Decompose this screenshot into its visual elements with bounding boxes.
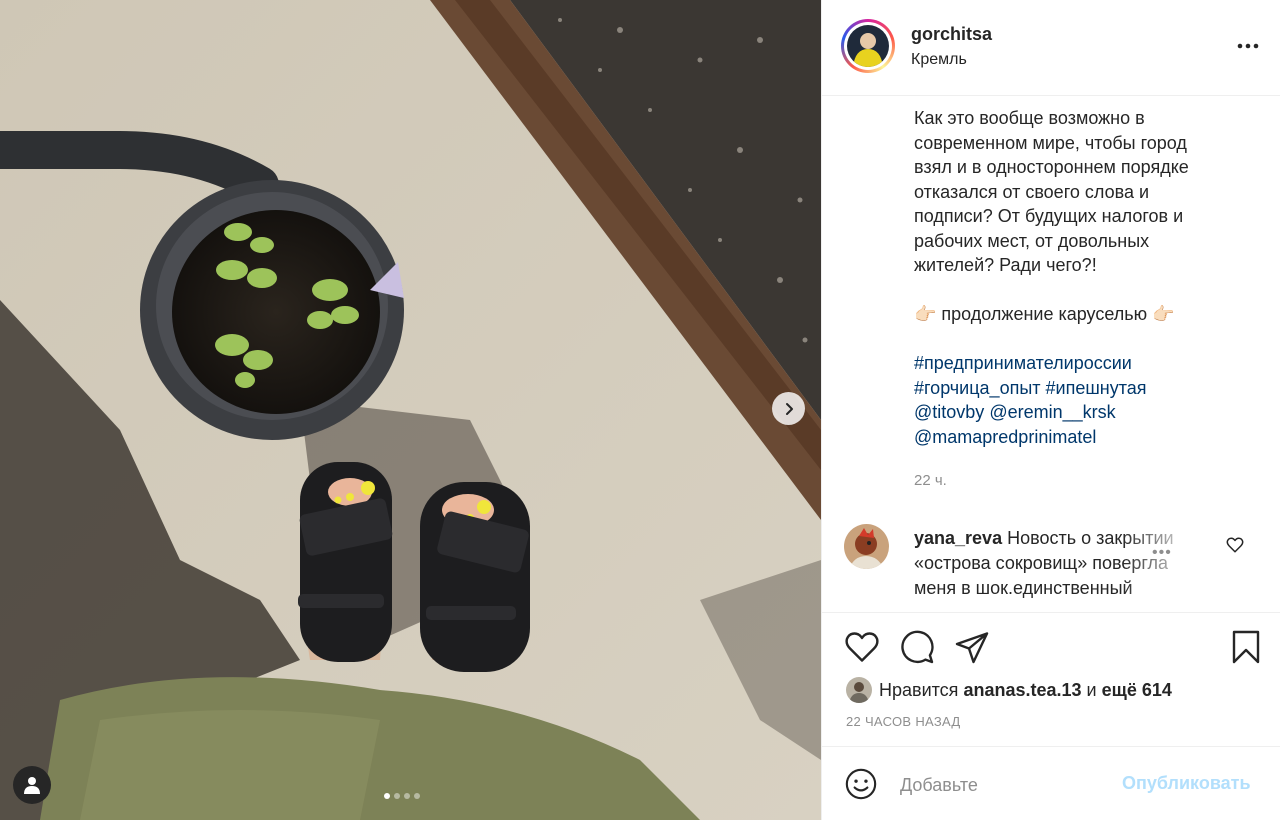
- commenter-avatar-image: [844, 524, 889, 569]
- author-avatar-image: [847, 25, 889, 67]
- carousel-note: 👉🏻 продолжение каруселью 👉🏻: [914, 304, 1175, 324]
- post-side-panel: gorchitsa Кремль Как это вообще возможно…: [821, 0, 1280, 820]
- likes-prefix: Нравится: [879, 679, 959, 700]
- share-button[interactable]: [954, 629, 990, 665]
- save-button[interactable]: [1228, 629, 1264, 665]
- mention-link[interactable]: @eremin__krsk: [989, 402, 1115, 422]
- post-header: gorchitsa Кремль: [822, 0, 1280, 96]
- more-options-button[interactable]: [1234, 36, 1264, 56]
- commenter-username[interactable]: yana_reva: [914, 528, 1002, 548]
- mention-link[interactable]: @titovby: [914, 402, 984, 422]
- post-location[interactable]: Кремль: [911, 51, 967, 69]
- liker-avatar[interactable]: [846, 677, 872, 703]
- carousel-dot: [394, 793, 400, 799]
- more-options-icon: [1237, 43, 1259, 49]
- post-media[interactable]: [0, 0, 821, 820]
- hashtags-block: #предпринимателироссии #горчица_опыт #ип…: [914, 351, 1244, 449]
- post-actions: Нравится ananas.tea.13 и ещё 614 22 ЧАСО…: [822, 612, 1280, 746]
- share-icon: [955, 632, 989, 664]
- comment-like-button[interactable]: [1226, 536, 1246, 556]
- comment-more-button[interactable]: •••: [1152, 544, 1172, 562]
- comment-input[interactable]: [900, 771, 1100, 799]
- post-time[interactable]: 22 ч.: [914, 472, 947, 489]
- author-username[interactable]: gorchitsa: [911, 24, 992, 45]
- mention-link[interactable]: @mamapredprinimatel: [914, 427, 1096, 447]
- comment-button[interactable]: [899, 629, 935, 665]
- instagram-post-modal: gorchitsa Кремль Как это вообще возможно…: [0, 0, 1280, 820]
- likes-summary: Нравится ananas.tea.13 и ещё 614: [846, 677, 1172, 703]
- likes-conjunction: и: [1086, 679, 1097, 700]
- comment-item: yana_reva Новость о закрытии «острова со…: [822, 518, 1280, 612]
- post-time-ago[interactable]: 22 ЧАСОВ НАЗАД: [846, 714, 961, 729]
- hashtag-link[interactable]: #предпринимателироссии: [914, 353, 1132, 373]
- user-tag-icon: [24, 777, 40, 794]
- comment-icon: [901, 630, 934, 664]
- chevron-right-icon: [785, 402, 793, 415]
- heart-icon: [845, 632, 879, 662]
- liker-username[interactable]: ananas.tea.13: [963, 680, 1081, 701]
- user-tags-button[interactable]: [13, 766, 51, 804]
- carousel-indicator: [384, 793, 420, 799]
- likes-count[interactable]: ещё 614: [1102, 680, 1172, 701]
- add-comment-bar: Опубликовать: [822, 746, 1280, 820]
- carousel-dot: [414, 793, 420, 799]
- publish-comment-button[interactable]: Опубликовать: [1122, 773, 1251, 794]
- emoji-icon: [845, 768, 877, 800]
- carousel-dot: [384, 793, 390, 799]
- hashtag-link[interactable]: #горчица_опыт: [914, 378, 1041, 398]
- emoji-button[interactable]: [844, 767, 878, 801]
- carousel-dot: [404, 793, 410, 799]
- post-photo: [0, 0, 821, 820]
- carousel-next-button[interactable]: [772, 392, 805, 425]
- liker-avatar-image: [846, 677, 872, 703]
- heart-icon: [1226, 537, 1244, 553]
- caption-text: Как это вообще возможно в современном ми…: [914, 108, 1189, 275]
- hashtag-link[interactable]: #ипешнутая: [1046, 378, 1147, 398]
- bookmark-icon: [1232, 630, 1260, 664]
- comment-fade: [1122, 518, 1232, 612]
- like-button[interactable]: [844, 629, 880, 665]
- author-avatar[interactable]: [841, 19, 895, 73]
- commenter-avatar[interactable]: [844, 524, 889, 569]
- post-caption: Как это вообще возможно в современном ми…: [914, 106, 1244, 449]
